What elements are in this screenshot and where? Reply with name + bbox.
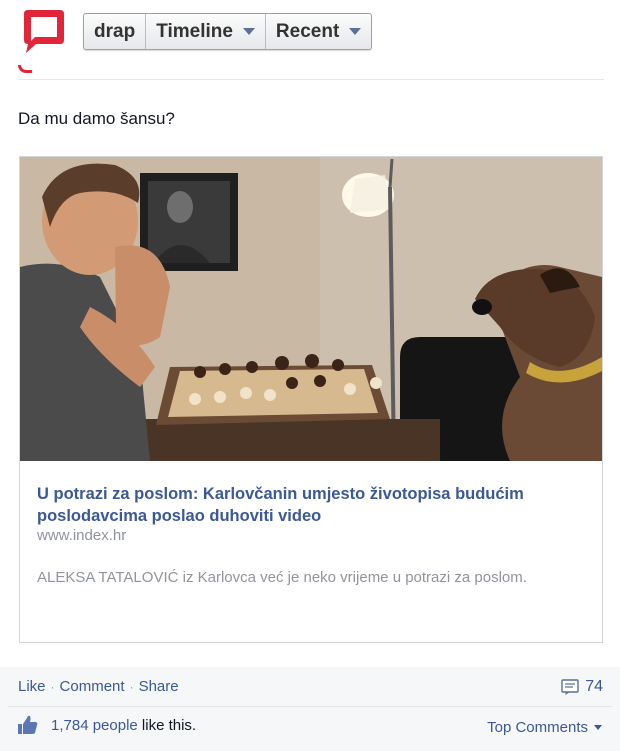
chess-man-dog-image: [20, 157, 602, 461]
likes-summary: 1,784 people like this.: [17, 715, 196, 735]
separator-dot: ·: [50, 679, 55, 694]
chevron-down-icon: [349, 28, 362, 35]
post-message: Da mu damo šansu?: [18, 109, 175, 128]
recent-dropdown[interactable]: Recent: [266, 14, 371, 49]
link-preview-image[interactable]: [20, 157, 602, 461]
chevron-down-icon: [594, 725, 602, 730]
timeline-dropdown[interactable]: Timeline: [146, 14, 266, 49]
comment-count-link[interactable]: 74: [561, 678, 603, 696]
link-preview-card[interactable]: U potrazi za poslom: Karlovčanin umjesto…: [19, 156, 603, 643]
thumbs-up-icon: [18, 715, 38, 734]
chevron-down-icon: [242, 28, 255, 35]
post-actions: Like · Comment · Share: [18, 678, 179, 695]
header-divider: [18, 79, 604, 80]
comment-sort-label: Top Comments: [487, 719, 588, 736]
top-toolbar: drap Timeline Recent: [83, 13, 373, 50]
app-logo-icon[interactable]: [18, 6, 68, 56]
separator-dot: ·: [129, 679, 134, 694]
feedback-divider: [8, 706, 612, 707]
recent-dropdown-label: Recent: [275, 20, 340, 42]
likes-suffix: like this.: [137, 716, 197, 734]
likes-count-link[interactable]: 1,784 people: [51, 717, 138, 734]
comment-sort-dropdown[interactable]: Top Comments: [487, 719, 602, 736]
timeline-dropdown-label: Timeline: [156, 20, 233, 42]
link-title[interactable]: U potrazi za poslom: Karlovčanin umjesto…: [37, 483, 587, 527]
share-link[interactable]: Share: [139, 678, 179, 695]
like-link[interactable]: Like: [18, 678, 46, 695]
comment-icon: [561, 679, 579, 695]
comment-link[interactable]: Comment: [60, 678, 125, 695]
comment-count: 74: [585, 678, 603, 695]
link-domain: www.index.hr: [37, 527, 127, 544]
profile-button[interactable]: drap: [84, 14, 147, 49]
link-description: ALEKSA TATALOVIĆ iz Karlovca već je neko…: [37, 569, 527, 586]
profile-button-label: drap: [94, 20, 136, 42]
timeline-marker-icon: [18, 65, 32, 73]
